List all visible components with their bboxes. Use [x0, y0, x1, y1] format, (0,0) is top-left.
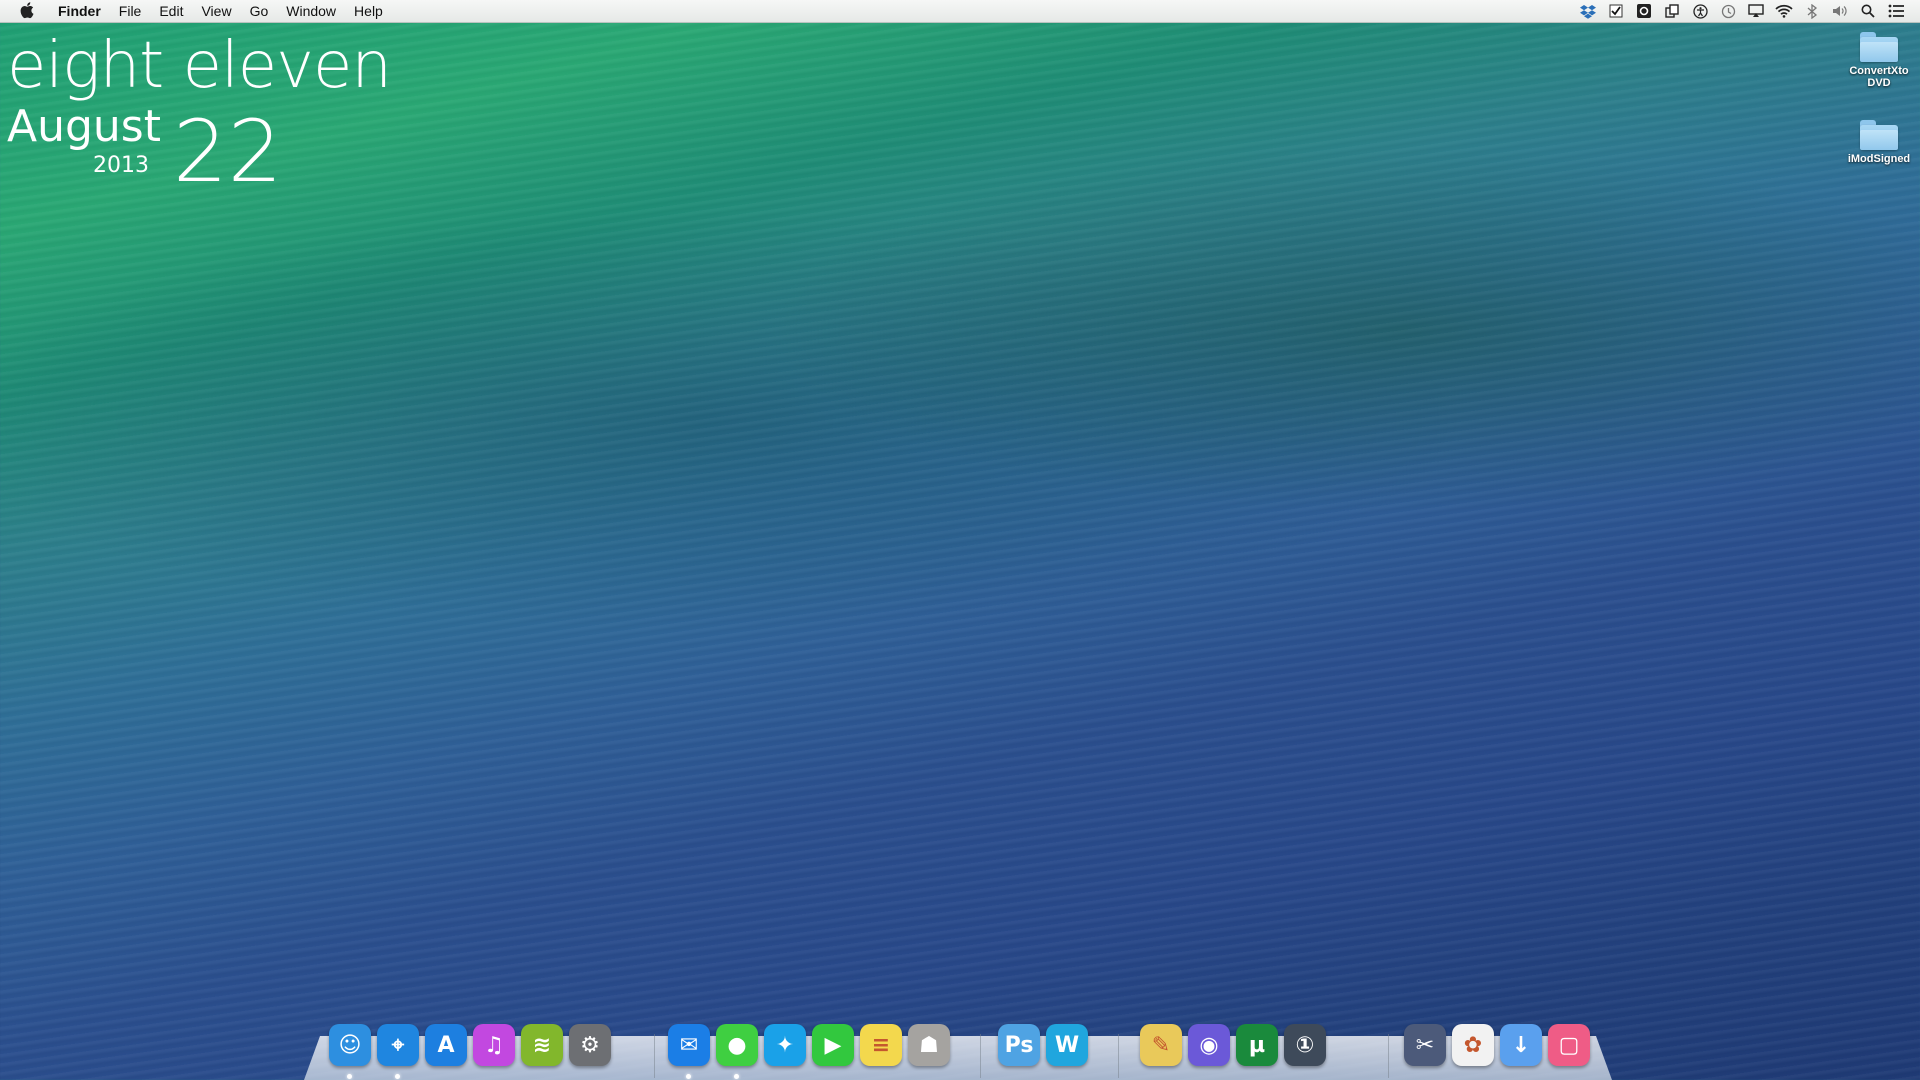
facetime-icon-glyph: ▶ [824, 1032, 842, 1058]
facetime-icon[interactable]: ▶ [812, 1024, 854, 1066]
clock-month: August [7, 101, 161, 152]
twitter-icon[interactable]: ✦ [764, 1024, 806, 1066]
copy-icon[interactable] [1663, 2, 1681, 20]
photos-icon-glyph: ✿ [1463, 1032, 1483, 1058]
app-store-icon[interactable]: A [425, 1024, 467, 1066]
system-preferences-icon-glyph: ⚙ [580, 1032, 600, 1058]
1password-icon-glyph: ① [1295, 1032, 1315, 1058]
running-indicator [395, 1074, 400, 1079]
dock-separator [980, 1034, 981, 1078]
menu-help[interactable]: Help [345, 3, 392, 19]
dock-separator [1388, 1034, 1389, 1078]
menu-edit[interactable]: Edit [150, 3, 192, 19]
folder-icon [1860, 120, 1898, 150]
notification-center-icon[interactable] [1887, 2, 1905, 20]
colors-icon-glyph: ◉ [1199, 1032, 1219, 1058]
messages-icon[interactable]: ● [716, 1024, 758, 1066]
trash-icon[interactable]: ▢ [1548, 1024, 1590, 1066]
menu-bar: Finder File Edit View Go Window Help [0, 0, 1920, 23]
trash-icon-glyph: ▢ [1558, 1032, 1580, 1058]
menu-app-name[interactable]: Finder [52, 3, 110, 19]
downloads-icon-glyph: ↓ [1511, 1032, 1531, 1058]
menu-go[interactable]: Go [241, 3, 278, 19]
desktop-item-label-line2: DVD [1867, 77, 1891, 89]
desktop-item-label: ConvertXto [1849, 65, 1909, 77]
spotify-icon-glyph: ≋ [532, 1032, 552, 1058]
menu-window[interactable]: Window [277, 3, 345, 19]
finder-icon[interactable]: ☺ [329, 1024, 371, 1066]
scissors-icon[interactable]: ✂ [1404, 1024, 1446, 1066]
apple-logo-icon [20, 1, 36, 22]
preview-icon-glyph: ✎ [1151, 1032, 1171, 1058]
safari-icon-glyph: ⌖ [391, 1032, 405, 1058]
itunes-icon[interactable]: ♫ [473, 1024, 515, 1066]
utorrent-icon-glyph: µ [1248, 1032, 1266, 1058]
desktop-item-convertxtodvd[interactable]: ConvertXto DVD [1834, 32, 1920, 89]
notes-icon-glyph: ≡ [871, 1032, 891, 1058]
clock-year: 2013 [93, 153, 149, 178]
finder-icon-glyph: ☺ [338, 1032, 362, 1058]
contacts-icon[interactable]: ☗ [908, 1024, 950, 1066]
wallpaper [0, 0, 1920, 1080]
bluetooth-icon[interactable] [1803, 2, 1821, 20]
mail-icon-glyph: ✉ [679, 1032, 699, 1058]
contacts-icon-glyph: ☗ [919, 1032, 939, 1058]
scissors-icon-glyph: ✂ [1415, 1032, 1435, 1058]
menu-file[interactable]: File [110, 3, 151, 19]
app-icon[interactable] [1635, 2, 1653, 20]
photos-icon[interactable]: ✿ [1452, 1024, 1494, 1066]
twitter-icon-glyph: ✦ [775, 1032, 795, 1058]
dock-separator [1118, 1034, 1119, 1078]
running-indicator [686, 1074, 691, 1079]
colors-icon[interactable]: ◉ [1188, 1024, 1230, 1066]
clock-day: 22 [173, 102, 283, 202]
preview-icon[interactable]: ✎ [1140, 1024, 1182, 1066]
volume-icon[interactable] [1831, 2, 1849, 20]
airplay-icon[interactable] [1747, 2, 1765, 20]
spotify-icon[interactable]: ≋ [521, 1024, 563, 1066]
time-machine-icon[interactable] [1719, 2, 1737, 20]
safari-icon[interactable]: ⌖ [377, 1024, 419, 1066]
utorrent-icon[interactable]: µ [1236, 1024, 1278, 1066]
clock-time: eight eleven [7, 29, 392, 103]
photoshop-icon-glyph: Ps [1004, 1032, 1034, 1058]
running-indicator [734, 1074, 739, 1079]
dock-separator [654, 1034, 655, 1078]
downloads-icon[interactable]: ↓ [1500, 1024, 1542, 1066]
1password-icon[interactable]: ① [1284, 1024, 1326, 1066]
word-icon-glyph: W [1054, 1032, 1080, 1058]
app-store-icon-glyph: A [437, 1032, 455, 1058]
status-area [1574, 0, 1910, 22]
running-indicator [347, 1074, 352, 1079]
system-preferences-icon[interactable]: ⚙ [569, 1024, 611, 1066]
mail-icon[interactable]: ✉ [668, 1024, 710, 1066]
wifi-icon[interactable] [1775, 2, 1793, 20]
apple-menu[interactable] [18, 1, 38, 21]
checkbox-icon[interactable] [1607, 2, 1625, 20]
photoshop-icon[interactable]: Ps [998, 1024, 1040, 1066]
accessibility-icon[interactable] [1691, 2, 1709, 20]
desktop-item-label: iModSigned [1847, 153, 1911, 165]
itunes-icon-glyph: ♫ [484, 1032, 504, 1058]
folder-icon [1860, 32, 1898, 62]
word-icon[interactable]: W [1046, 1024, 1088, 1066]
spotlight-icon[interactable] [1859, 2, 1877, 20]
menu-view[interactable]: View [192, 3, 240, 19]
desktop-item-imodsigned[interactable]: iModSigned [1834, 120, 1920, 165]
dropbox-icon[interactable] [1579, 2, 1597, 20]
notes-icon[interactable]: ≡ [860, 1024, 902, 1066]
messages-icon-glyph: ● [727, 1032, 747, 1058]
